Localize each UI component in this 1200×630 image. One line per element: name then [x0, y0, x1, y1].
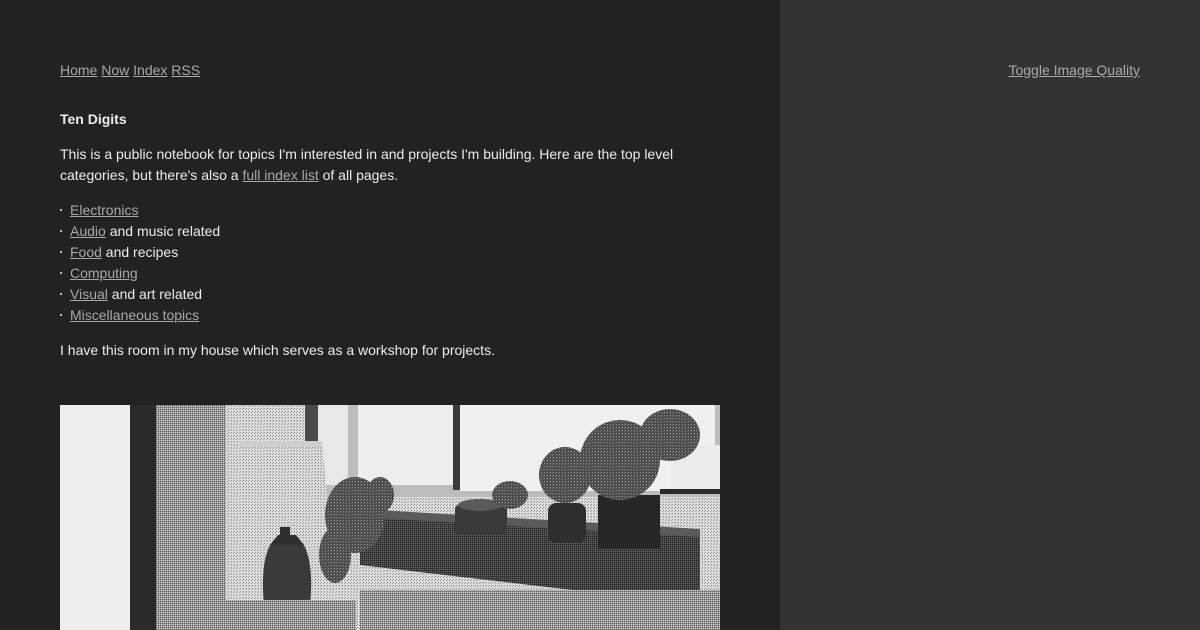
workshop-paragraph: I have this room in my house which serve… — [60, 342, 495, 358]
list-item: Audio and music related — [60, 221, 720, 242]
category-link-computing[interactable]: Computing — [70, 265, 138, 281]
intro-paragraph: This is a public notebook for topics I'm… — [60, 144, 720, 186]
list-item: Visual and art related — [60, 284, 720, 305]
category-suffix: and art related — [107, 286, 203, 302]
nav-link-now[interactable]: Now — [101, 62, 129, 78]
workshop-photo — [60, 405, 720, 630]
side-column — [780, 0, 1200, 630]
category-link-audio[interactable]: Audio — [70, 223, 106, 239]
category-link-electronics[interactable]: Electronics — [70, 202, 138, 218]
intro-text-2: of all pages. — [318, 167, 399, 183]
list-item: Computing — [60, 263, 720, 284]
page-content: Ten Digits This is a public notebook for… — [60, 109, 720, 375]
page-title: Ten Digits — [60, 111, 127, 127]
category-link-food[interactable]: Food — [70, 244, 102, 260]
list-item: Food and recipes — [60, 242, 720, 263]
full-index-link[interactable]: full index list — [242, 167, 318, 183]
list-item: Miscellaneous topics — [60, 305, 720, 326]
category-link-visual[interactable]: Visual — [70, 286, 108, 302]
nav-link-rss[interactable]: RSS — [171, 62, 200, 78]
list-item: Electronics — [60, 200, 720, 221]
category-suffix: and recipes — [101, 244, 179, 260]
category-suffix: and music related — [105, 223, 221, 239]
category-list: Electronics Audio and music related Food… — [60, 200, 720, 326]
top-nav: Home Now Index RSS — [60, 60, 200, 81]
toggle-image-quality-link[interactable]: Toggle Image Quality — [1008, 60, 1140, 81]
category-link-miscellaneous[interactable]: Miscellaneous topics — [70, 307, 199, 323]
nav-link-index[interactable]: Index — [133, 62, 167, 78]
nav-link-home[interactable]: Home — [60, 62, 97, 78]
